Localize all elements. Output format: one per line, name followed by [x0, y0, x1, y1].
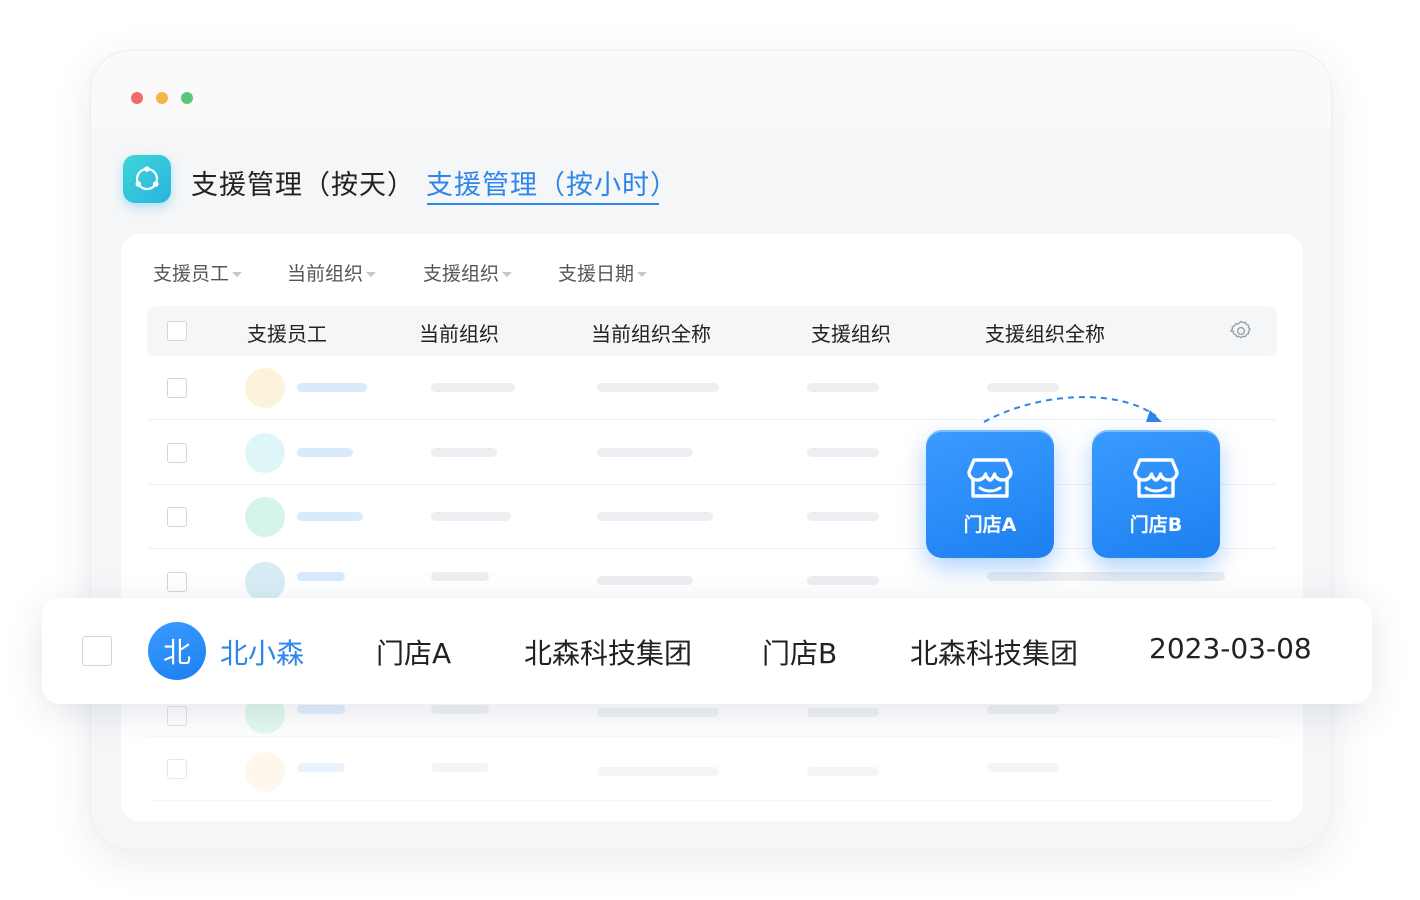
select-all-checkbox[interactable]: [167, 321, 187, 341]
placeholder-bar: [431, 705, 489, 714]
placeholder-bar: [297, 572, 345, 581]
gear-icon[interactable]: [1229, 319, 1253, 347]
support-org-full-cell: 北森科技集团: [910, 637, 1079, 670]
row-checkbox[interactable]: [167, 443, 187, 463]
caret-down-icon: [366, 272, 377, 277]
table-row[interactable]: [147, 737, 1277, 801]
stage: 支援管理（按天） 支援管理（按小时） 支援员工 当前组织 支援组织 支援日期 支…: [0, 0, 1420, 900]
placeholder-bar: [297, 763, 345, 772]
placeholder-bar: [987, 763, 1059, 772]
filter-label: 支援员工: [153, 263, 230, 285]
placeholder-bar: [597, 767, 719, 776]
support-org-cell: 门店B: [762, 637, 838, 670]
column-header-support-org-full[interactable]: 支援组织全称: [985, 318, 1105, 347]
caret-down-icon: [502, 272, 513, 277]
close-window-button[interactable]: [131, 92, 143, 104]
placeholder-bar: [431, 383, 515, 392]
placeholder-bar: [431, 763, 489, 772]
highlighted-table-row[interactable]: 北 北小森 门店A 北森科技集团 门店B 北森科技集团 2023-03-08: [42, 598, 1372, 704]
placeholder-bar: [431, 512, 511, 521]
filter-employee[interactable]: 支援员工: [153, 259, 243, 286]
filter-support-date[interactable]: 支援日期: [558, 259, 648, 286]
tab-support-by-hour[interactable]: 支援管理（按小时）: [426, 163, 678, 202]
placeholder-bar: [987, 572, 1225, 581]
avatar: 北: [148, 622, 206, 680]
placeholder-bar: [807, 767, 879, 776]
placeholder-bar: [597, 383, 719, 392]
store-label: 门店B: [1129, 514, 1183, 536]
placeholder-bar: [297, 448, 353, 457]
title-bar: [91, 51, 1331, 129]
column-header-current-org-full[interactable]: 当前组织全称: [591, 318, 711, 347]
storefront-icon: [966, 456, 1014, 504]
placeholder-bar: [431, 572, 489, 581]
tab-support-by-day[interactable]: 支援管理（按天）: [191, 163, 415, 202]
placeholder-bar: [597, 576, 693, 585]
row-checkbox[interactable]: [167, 572, 187, 592]
table-header: 支援员工 当前组织 当前组织全称 支援组织 支援组织全称: [147, 306, 1277, 356]
placeholder-bar: [807, 383, 879, 392]
avatar: [245, 752, 285, 792]
transfer-arrow-icon: [983, 396, 1162, 423]
placeholder-bar: [597, 448, 693, 457]
placeholder-bar: [597, 512, 713, 521]
filter-label: 支援组织: [423, 263, 500, 285]
row-checkbox[interactable]: [167, 507, 187, 527]
column-header-employee[interactable]: 支援员工: [247, 318, 327, 347]
placeholder-bar: [807, 708, 879, 717]
filter-label: 支援日期: [558, 263, 635, 285]
avatar: [245, 497, 285, 537]
placeholder-bar: [807, 448, 879, 457]
placeholder-bar: [297, 705, 345, 714]
avatar: [245, 433, 285, 473]
caret-down-icon: [232, 272, 243, 277]
support-date-cell: 2023-03-08: [1149, 632, 1312, 665]
current-org-full-cell: 北森科技集团: [524, 637, 693, 670]
placeholder-bar: [987, 705, 1059, 714]
store-b-card: 门店B: [1092, 430, 1220, 558]
filter-label: 当前组织: [287, 263, 364, 285]
filter-current-org[interactable]: 当前组织: [287, 259, 377, 286]
placeholder-bar: [807, 512, 879, 521]
active-tab-indicator: [427, 203, 659, 205]
avatar: [245, 368, 285, 408]
row-checkbox[interactable]: [167, 706, 187, 726]
storefront-icon: [1132, 456, 1180, 504]
placeholder-bar: [807, 576, 879, 585]
placeholder-bar: [431, 448, 497, 457]
employee-name[interactable]: 北小森: [220, 632, 304, 672]
row-checkbox[interactable]: [82, 636, 112, 666]
placeholder-bar: [297, 383, 367, 392]
current-org-cell: 门店A: [376, 637, 452, 670]
column-header-support-org[interactable]: 支援组织: [811, 318, 891, 347]
store-a-card: 门店A: [926, 430, 1054, 558]
store-label: 门店A: [963, 514, 1017, 536]
app-logo-icon: [123, 155, 171, 203]
minimize-window-button[interactable]: [156, 92, 168, 104]
filter-support-org[interactable]: 支援组织: [423, 259, 513, 286]
placeholder-bar: [297, 512, 363, 521]
row-checkbox[interactable]: [167, 759, 187, 779]
placeholder-bar: [597, 708, 719, 717]
row-checkbox[interactable]: [167, 378, 187, 398]
maximize-window-button[interactable]: [181, 92, 193, 104]
avatar: [245, 562, 285, 602]
column-header-current-org[interactable]: 当前组织: [419, 318, 499, 347]
caret-down-icon: [637, 272, 648, 277]
